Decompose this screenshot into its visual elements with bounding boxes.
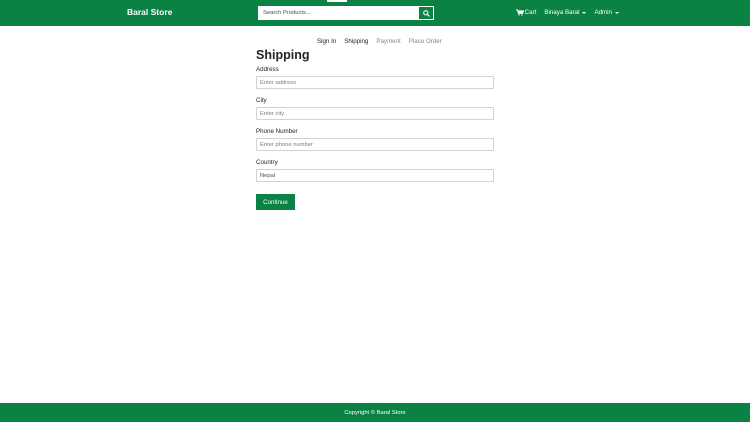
navbar: Baral Store Cart Binaya Baral xyxy=(0,0,750,26)
checkout-steps: Sign In Shipping Payment Place Order xyxy=(317,38,442,45)
step-payment: Payment xyxy=(376,38,401,45)
phone-field[interactable] xyxy=(256,138,494,151)
copyright-text: Copyright © Baral Store xyxy=(344,409,406,416)
chevron-down-icon xyxy=(615,11,619,14)
search-button[interactable] xyxy=(418,6,434,20)
search-input[interactable] xyxy=(258,6,418,20)
step-sign-in[interactable]: Sign In xyxy=(317,38,336,45)
city-field[interactable] xyxy=(256,107,494,120)
continue-button[interactable]: Continue xyxy=(256,194,295,210)
page-title: Shipping xyxy=(256,48,310,62)
cart-link[interactable]: Cart xyxy=(515,9,537,16)
nav-highlight xyxy=(327,0,347,2)
search-icon xyxy=(422,9,430,17)
admin-menu-label: Admin xyxy=(594,9,612,16)
address-label: Address xyxy=(256,66,279,73)
address-field[interactable] xyxy=(256,76,494,89)
cart-icon xyxy=(515,9,524,16)
country-field[interactable] xyxy=(256,169,494,182)
brand-link[interactable]: Baral Store xyxy=(127,7,172,17)
shipping-form: Shipping Address City Phone Number Count… xyxy=(256,48,494,210)
chevron-down-icon xyxy=(582,11,587,14)
nav-right: Cart Binaya Baral Admin xyxy=(515,9,619,16)
city-label: City xyxy=(256,97,267,104)
step-place-order: Place Order xyxy=(408,38,442,45)
cart-label: Cart xyxy=(524,9,537,16)
user-menu[interactable]: Binaya Baral xyxy=(544,9,587,16)
page: Baral Store Cart Binaya Baral xyxy=(0,0,750,422)
step-shipping[interactable]: Shipping xyxy=(344,38,368,45)
country-label: Country xyxy=(256,159,278,166)
user-menu-label: Binaya Baral xyxy=(544,9,580,16)
admin-menu[interactable]: Admin xyxy=(594,9,619,16)
phone-label: Phone Number xyxy=(256,128,298,135)
search-form xyxy=(258,6,434,20)
footer: Copyright © Baral Store xyxy=(0,403,750,422)
